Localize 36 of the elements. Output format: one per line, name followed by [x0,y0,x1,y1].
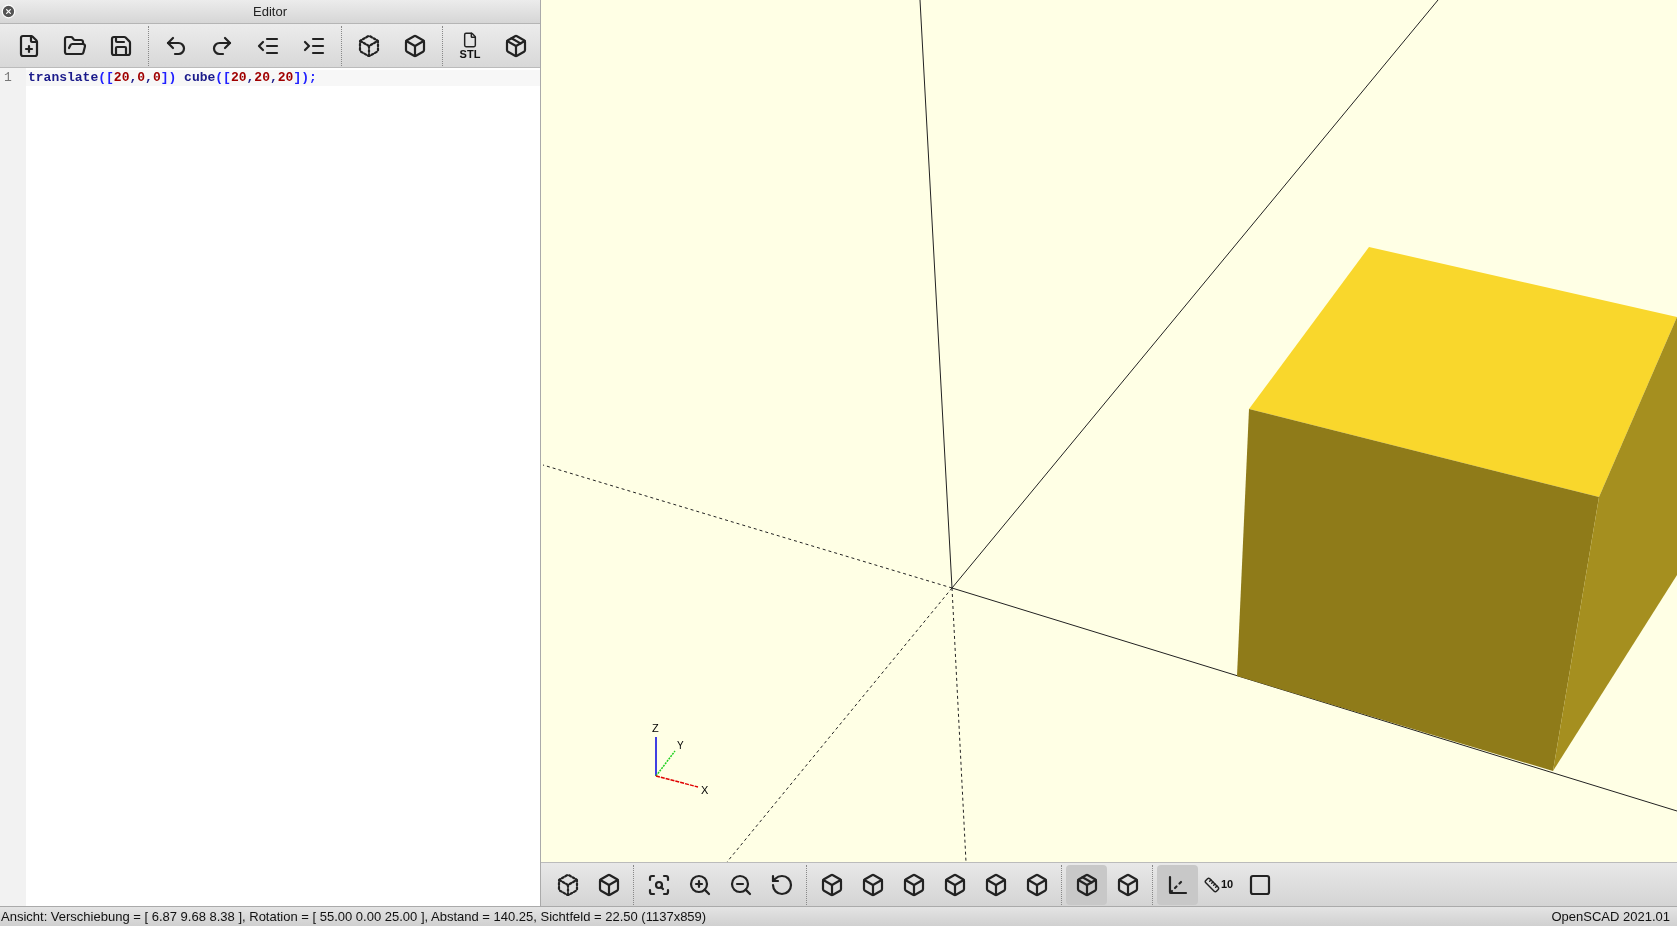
line-number: 1 [3,70,13,86]
scale-markers-button[interactable]: 10 [1198,864,1239,905]
cube-icon [983,872,1008,897]
cube-icon [596,872,621,897]
cube-icon [1024,872,1049,897]
folder-icon [63,33,87,58]
zoom-out-icon [728,872,753,897]
view-info-text: Ansicht: Verschiebung = [ 6.87 9.68 8.38 ], Rotation = [ 55.00 0.00 25.00 ], Abstand = 140.25, Sichtfeld = 22.50 (1137x859) [1,907,707,926]
version-text: OpenSCAD 2021.01 [1551,907,1671,926]
close-icon[interactable] [1,4,16,19]
show-axes-button[interactable] [1157,864,1198,905]
dashed-cube-icon [357,33,381,58]
cube-icon [860,872,885,897]
perspective-button[interactable] [1066,864,1107,905]
cube-icon [901,872,926,897]
dashed-cube-icon [555,872,580,897]
file-icon [462,31,478,48]
reset-icon [769,872,794,897]
zoom-in-icon [687,872,712,897]
axis-gizmo [655,736,699,788]
square-icon [1247,872,1272,897]
perspective-box-icon [1074,872,1099,897]
cube-icon [942,872,967,897]
3d-viewport[interactable]: Z Y X [541,0,1677,862]
view-all-icon [646,872,671,897]
export-stl-button[interactable]: STL [447,25,493,66]
new-file-icon [17,33,41,58]
cube-icon [403,33,427,58]
window-title: Editor [253,2,287,21]
save-icon [109,33,133,58]
x-axis-label: X [701,784,709,796]
ruler-icon [1203,876,1220,893]
z-axis-label: Z [652,722,659,734]
box-icon [504,33,528,58]
y-axis-label: Y [677,740,684,751]
cube-icon [819,872,844,897]
